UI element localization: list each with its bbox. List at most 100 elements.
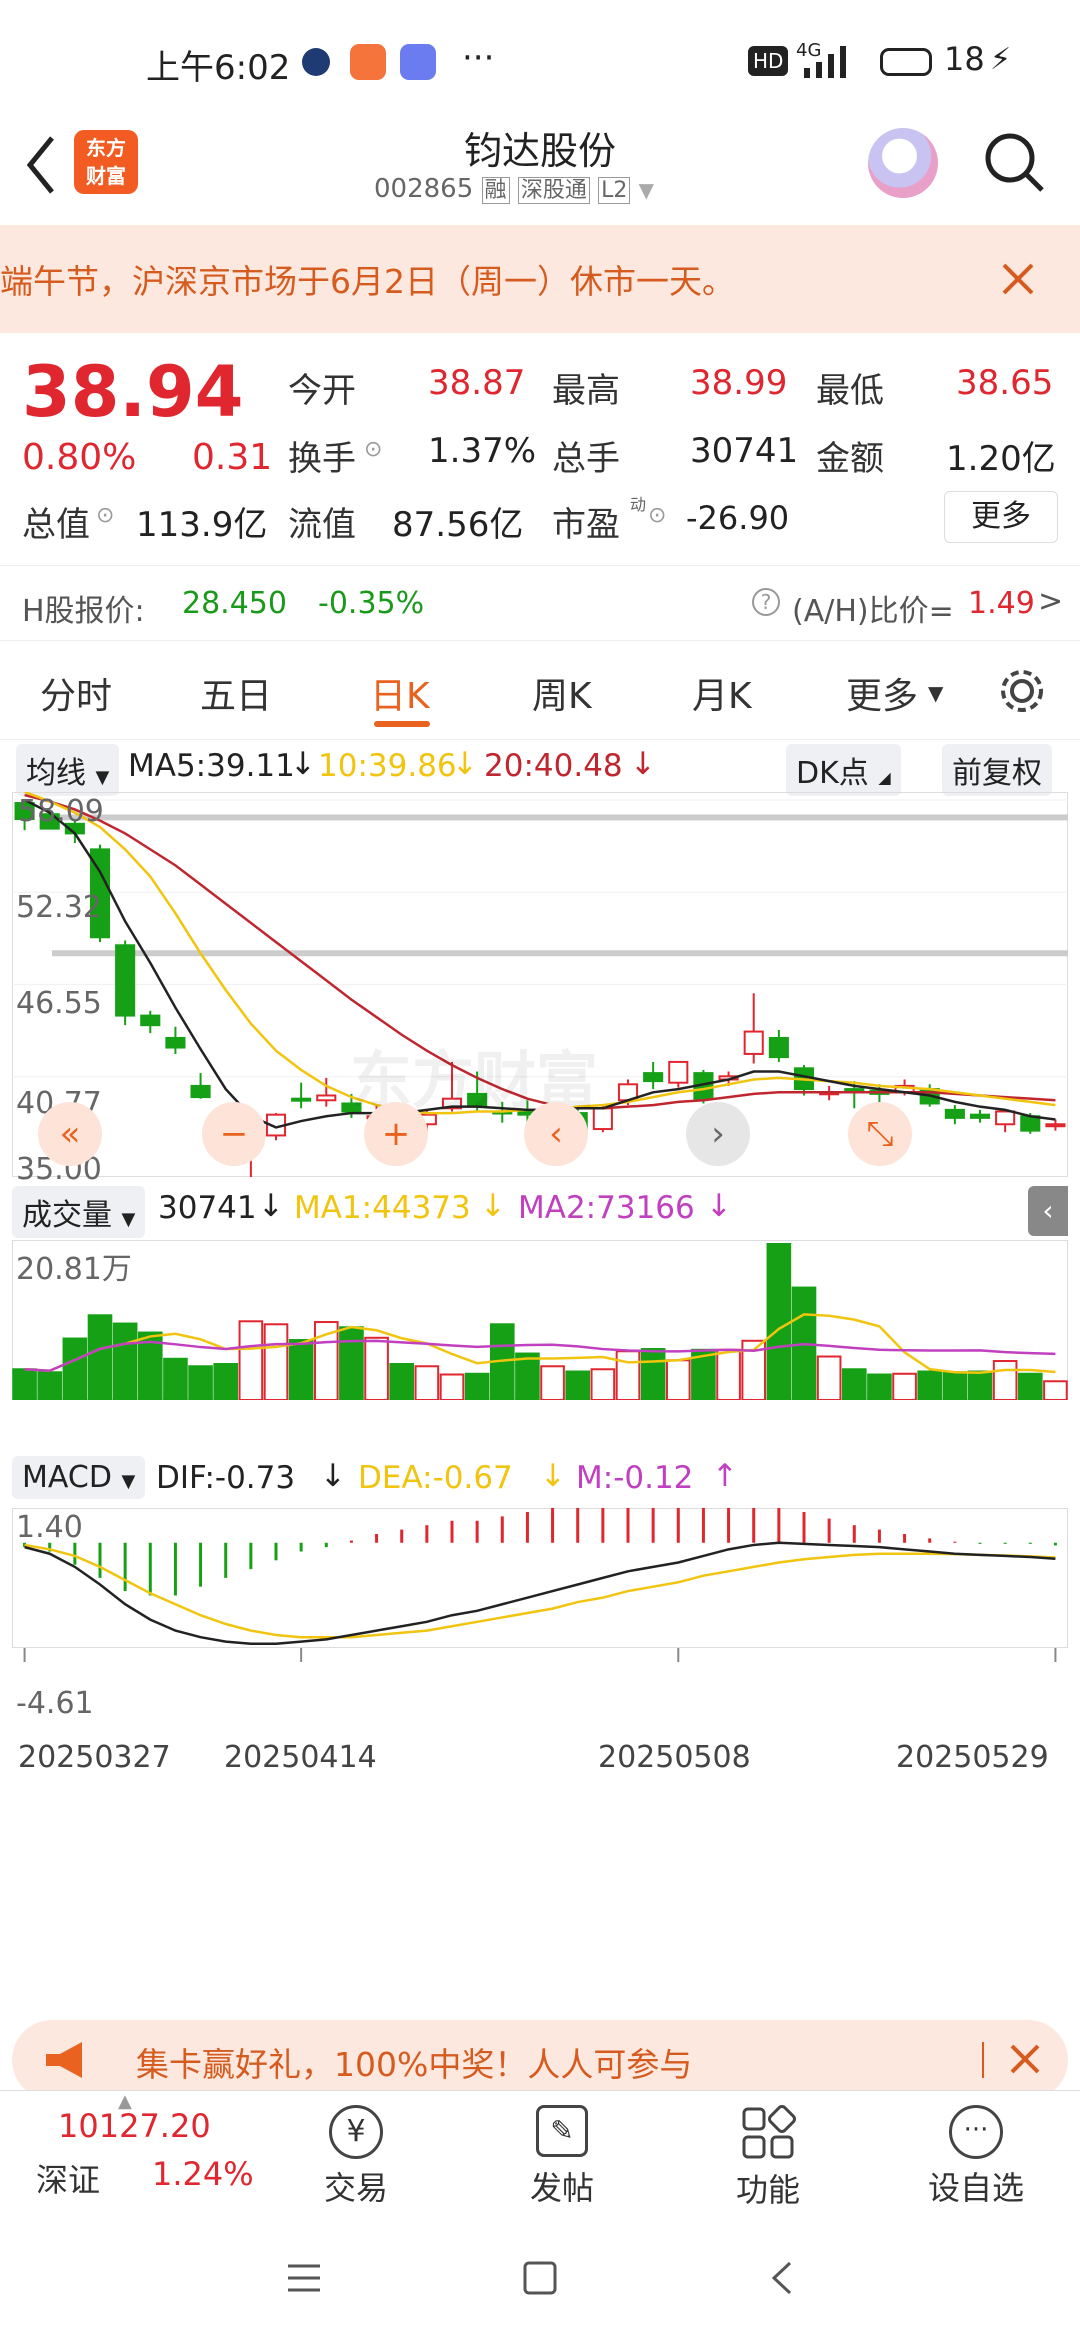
- dropdown-caret-icon[interactable]: ▼: [639, 178, 654, 202]
- back-nav-icon[interactable]: [766, 2260, 796, 2296]
- vol-ma2-arrow-icon: ↓: [706, 1188, 732, 1224]
- tag-margin: 融: [481, 177, 510, 204]
- stat-low-value: 38.65: [956, 363, 1054, 403]
- stock-header: 东方 财富 钧达股份 002865 融 深股通 L2 ▼: [0, 120, 1080, 225]
- h-share-bar[interactable]: H股报价: 28.450 -0.35% ? (A/H)比价= 1.49 >: [0, 565, 1080, 637]
- m-arrow-icon: ↑: [712, 1458, 738, 1494]
- macd-selector-label: MACD: [22, 1460, 112, 1495]
- edit-icon: ✎: [536, 2105, 588, 2157]
- app-icon-orange: [350, 44, 386, 80]
- dif-legend: DIF:-0.73: [156, 1460, 296, 1496]
- close-icon[interactable]: [1000, 261, 1036, 297]
- robot-avatar-icon[interactable]: [868, 128, 938, 198]
- caret-down-icon: ▼: [121, 1209, 136, 1230]
- charging-icon: ⚡: [990, 42, 1012, 77]
- volume-value: 30741: [158, 1190, 257, 1226]
- caret-down-icon: ▼: [95, 767, 110, 788]
- macd-chart[interactable]: [12, 1508, 1068, 1718]
- candle-body: [291, 1097, 312, 1102]
- macd-selector[interactable]: MACD ▼: [12, 1456, 146, 1499]
- h-share-pct: -0.35%: [318, 586, 425, 621]
- ma5-arrow-icon: ↓: [290, 746, 316, 782]
- holiday-notice: 端午节，沪深京市场于6月2日（周一）休市一天。: [0, 225, 1080, 333]
- settings-gear-icon[interactable]: [996, 665, 1048, 717]
- index-name: 深证: [36, 2161, 101, 2199]
- collapse-side-button[interactable]: ‹: [1028, 1186, 1068, 1236]
- zoom-out-icon[interactable]: −: [202, 1102, 266, 1166]
- megaphone-icon: [46, 2042, 82, 2078]
- play-icon: [302, 48, 330, 76]
- dk-point-button[interactable]: DK点 ◢: [786, 744, 901, 796]
- rewind-icon[interactable]: «: [38, 1102, 102, 1166]
- fullscreen-icon[interactable]: ⤡: [848, 1102, 912, 1166]
- help-icon[interactable]: ?: [752, 588, 780, 616]
- volume-bar: [464, 1372, 490, 1400]
- ma-selector[interactable]: 均线 ▼: [16, 744, 120, 796]
- active-tab-indicator: [374, 721, 430, 727]
- float-value: 87.56亿: [392, 505, 524, 545]
- volume-bar: [213, 1363, 239, 1400]
- candle-body: [165, 1036, 186, 1049]
- tab-more[interactable]: 更多: [846, 667, 918, 719]
- dif-arrow-icon: ↓: [320, 1458, 346, 1494]
- tab-intraday[interactable]: 分时: [40, 667, 112, 719]
- pe-value: -26.90: [686, 499, 790, 537]
- nav-post-label: 发帖: [529, 2169, 594, 2207]
- nav-function[interactable]: 功能: [698, 2101, 838, 2211]
- more-button[interactable]: 更多: [944, 491, 1058, 543]
- status-bar: 上午6:02 ··· HD 4G 18 ⚡: [0, 0, 1080, 120]
- next-icon[interactable]: ›: [686, 1102, 750, 1166]
- tab-monthly-k[interactable]: 月K: [692, 667, 752, 719]
- stat-turnover-value: 1.37%: [428, 431, 537, 471]
- tab-weekly-k[interactable]: 周K: [532, 667, 592, 719]
- tab-five-day[interactable]: 五日: [200, 667, 272, 719]
- nav-post[interactable]: ✎ 发帖: [492, 2101, 632, 2209]
- volume-bar: [288, 1339, 314, 1400]
- nav-function-label: 功能: [735, 2171, 800, 2209]
- volume-selector[interactable]: 成交量 ▼: [12, 1186, 146, 1238]
- close-icon[interactable]: [1008, 2042, 1042, 2076]
- nav-trade[interactable]: ¥ 交易: [286, 2101, 426, 2209]
- tab-daily-k[interactable]: 日K: [370, 667, 430, 719]
- volume-chart[interactable]: [12, 1240, 1068, 1400]
- prev-icon[interactable]: ‹: [524, 1102, 588, 1166]
- candle-body: [115, 944, 136, 1017]
- info-icon[interactable]: ⊙: [364, 437, 382, 462]
- candle-body: [316, 1094, 337, 1102]
- candle-body: [643, 1072, 664, 1083]
- zoom-in-icon[interactable]: +: [364, 1102, 428, 1166]
- ah-ratio-value: 1.49: [968, 586, 1035, 621]
- info-icon[interactable]: ⊙: [96, 503, 114, 528]
- home-icon[interactable]: [522, 2260, 558, 2296]
- ma20-arrow-icon: ↓: [630, 746, 656, 782]
- caret-down-icon: ▼: [121, 1471, 136, 1492]
- menu-icon[interactable]: [286, 2262, 322, 2294]
- caret-down-icon[interactable]: ▼: [928, 681, 943, 705]
- macd-axis-bottom: -4.61: [16, 1686, 94, 1721]
- index-value[interactable]: 10127.20: [58, 2107, 211, 2145]
- band-line: [52, 814, 1068, 821]
- promo-banner[interactable]: 集卡赢好礼，100%中奖！人人可参与: [12, 2020, 1068, 2100]
- m-legend: M:-0.12: [576, 1460, 694, 1496]
- grid-icon: [742, 2105, 796, 2159]
- ma20-legend: 20:40.48: [484, 748, 623, 784]
- tag-connect: 深股通: [517, 177, 590, 204]
- volume-bar: [364, 1336, 389, 1400]
- chevron-right-icon: >: [1038, 584, 1064, 619]
- stock-code-row[interactable]: 002865 融 深股通 L2 ▼: [374, 172, 654, 204]
- corner-icon: ◢: [878, 768, 891, 787]
- search-icon[interactable]: [980, 128, 1050, 198]
- app-icon-blue: [400, 44, 436, 80]
- volume-bar: [816, 1355, 842, 1400]
- adjust-button[interactable]: 前复权: [942, 744, 1052, 796]
- system-nav-bar: [0, 2210, 1080, 2340]
- pe-sup: 动: [630, 495, 647, 514]
- nav-watchlist[interactable]: ··· 设自选: [906, 2101, 1046, 2209]
- volume-bar: [967, 1370, 993, 1400]
- promo-text: 集卡赢好礼，100%中奖！人人可参与: [136, 2045, 693, 2084]
- stat-low-label: 最低: [816, 371, 884, 411]
- status-time: 上午6:02: [146, 48, 291, 88]
- ma10-arrow-icon: ↓: [452, 746, 478, 782]
- info-icon[interactable]: ⊙: [648, 503, 666, 528]
- stat-amount-label: 金额: [816, 439, 884, 479]
